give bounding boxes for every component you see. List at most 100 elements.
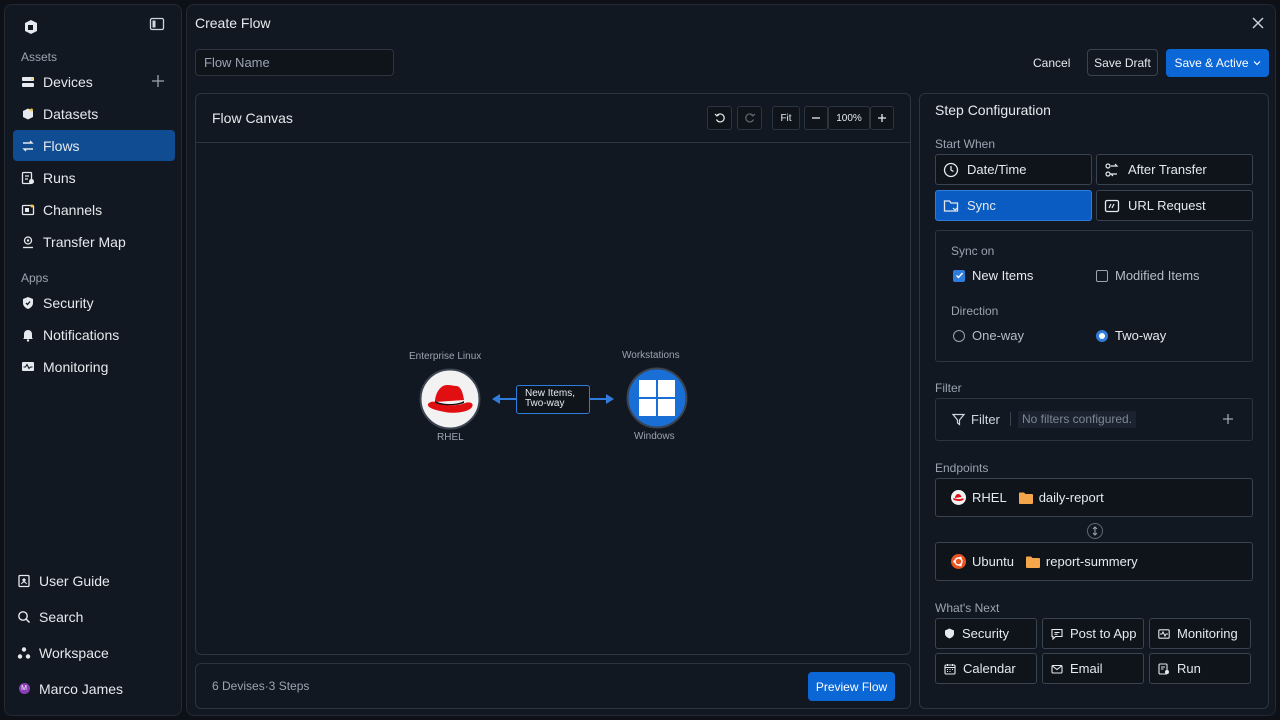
next-run-button[interactable]: Run — [1149, 653, 1251, 684]
close-icon[interactable] — [1251, 16, 1265, 30]
two-way-radio[interactable]: Two-way — [1096, 328, 1166, 343]
radio-unchecked-icon — [953, 329, 965, 342]
sidebar-item-label: Datasets — [43, 105, 99, 122]
direction-label: Direction — [951, 304, 999, 318]
book-icon — [17, 574, 31, 588]
runs-icon — [21, 171, 35, 185]
swap-endpoints-icon[interactable] — [1087, 523, 1103, 539]
app-logo[interactable] — [21, 17, 41, 37]
workspace-icon — [17, 646, 31, 660]
trigger-sync[interactable]: Sync — [935, 190, 1092, 221]
checkbox-unchecked-icon — [1096, 269, 1108, 282]
shield-icon — [944, 628, 955, 639]
sidebar-item-notifications[interactable]: Notifications — [13, 319, 175, 350]
filter-button[interactable]: Filter — [952, 412, 1000, 427]
step-configuration-panel: Step Configuration Start When Date/Time … — [919, 93, 1269, 709]
windows-icon — [626, 367, 688, 429]
windows-node[interactable] — [626, 367, 688, 429]
filter-box: Filter No filters configured. — [935, 398, 1253, 441]
radio-label: One-way — [972, 328, 1025, 343]
flow-summary: 6 Devises·3 Steps — [212, 679, 310, 693]
save-active-label: Save & Active — [1174, 56, 1249, 70]
fit-button[interactable]: Fit — [772, 106, 800, 130]
calendar-icon — [944, 663, 956, 675]
sidebar-item-user-profile[interactable]: M Marco James — [9, 673, 171, 704]
zoom-in-button[interactable] — [870, 106, 894, 130]
canvas-header: Flow Canvas Fit 100% — [196, 94, 910, 143]
trigger-datetime[interactable]: Date/Time — [935, 154, 1092, 185]
sidebar-item-workspace[interactable]: Workspace — [9, 637, 171, 668]
undo-button[interactable] — [707, 106, 732, 130]
endpoints-label: Endpoints — [935, 461, 989, 475]
sync-on-label: Sync on — [951, 244, 995, 258]
cancel-button[interactable]: Cancel — [1025, 49, 1078, 76]
next-label: Calendar — [963, 661, 1016, 676]
sidebar-item-label: Devices — [43, 73, 93, 90]
sidebar-toggle-icon[interactable] — [149, 16, 165, 32]
transfer-map-icon — [21, 235, 35, 249]
sidebar-item-datasets[interactable]: Datasets — [13, 98, 175, 129]
monitor-icon — [21, 360, 35, 374]
folder-icon — [1018, 492, 1033, 504]
folder-icon — [1025, 556, 1040, 568]
endpoint-device: RHEL — [972, 490, 1007, 505]
endpoint-source[interactable]: RHEL daily-report — [935, 478, 1253, 517]
sidebar-item-transfer-map[interactable]: Transfer Map — [13, 226, 175, 257]
next-monitoring-button[interactable]: Monitoring — [1149, 618, 1251, 649]
bell-icon — [21, 328, 35, 342]
sidebar-item-devices[interactable]: Devices — [13, 66, 175, 97]
add-device-icon[interactable] — [151, 74, 165, 88]
sidebar-item-label: Transfer Map — [43, 233, 126, 250]
next-security-button[interactable]: Security — [935, 618, 1037, 649]
plus-icon — [877, 113, 887, 123]
edge-label[interactable]: New Items, Two-way — [516, 385, 590, 414]
source-node-top-label: Enterprise Linux — [409, 351, 482, 362]
save-draft-button[interactable]: Save Draft — [1087, 49, 1158, 76]
sidebar-item-label: Monitoring — [43, 358, 109, 375]
canvas-title: Flow Canvas — [212, 110, 293, 126]
save-active-button[interactable]: Save & Active — [1166, 49, 1269, 77]
sidebar-item-runs[interactable]: Runs — [13, 162, 175, 193]
config-title: Step Configuration — [935, 102, 1051, 118]
rhel-node[interactable] — [419, 368, 481, 430]
source-node-bottom-label: RHEL — [437, 432, 464, 443]
next-label: Run — [1177, 661, 1201, 676]
sidebar-item-label: Flows — [43, 137, 80, 154]
sidebar-item-label: Notifications — [43, 326, 120, 343]
create-flow-panel: Create Flow Cancel Save Draft Save & Act… — [186, 4, 1276, 716]
minus-icon — [811, 113, 821, 123]
trigger-url-request[interactable]: URL Request — [1096, 190, 1253, 221]
sidebar-item-label: Runs — [43, 169, 76, 186]
sidebar-item-monitoring[interactable]: Monitoring — [13, 351, 175, 382]
redo-button[interactable] — [737, 106, 762, 130]
monitoring-icon — [1158, 628, 1170, 640]
checkbox-label: New Items — [972, 268, 1034, 283]
add-filter-icon[interactable] — [1222, 413, 1234, 425]
endpoint-target[interactable]: Ubuntu report-summery — [935, 542, 1253, 581]
next-email-button[interactable]: Email — [1042, 653, 1144, 684]
new-items-checkbox[interactable]: New Items — [953, 268, 1033, 283]
chevron-down-icon — [1253, 59, 1261, 67]
sidebar-item-search[interactable]: Search — [9, 601, 171, 632]
zoom-out-button[interactable] — [804, 106, 828, 130]
sidebar-item-security[interactable]: Security — [13, 287, 175, 318]
preview-flow-button[interactable]: Preview Flow — [808, 672, 895, 701]
edge-label-line2: Two-way — [525, 398, 565, 409]
sidebar-item-flows[interactable]: Flows — [13, 130, 175, 161]
flow-name-input[interactable] — [195, 49, 394, 76]
run-icon — [1158, 662, 1170, 675]
one-way-radio[interactable]: One-way — [953, 328, 1024, 343]
endpoint-folder: report-summery — [1045, 554, 1138, 569]
after-transfer-icon — [1104, 162, 1120, 178]
sidebar-item-user-guide[interactable]: User Guide — [9, 565, 171, 596]
trigger-after-transfer[interactable]: After Transfer — [1096, 154, 1253, 185]
next-post-to-app-button[interactable]: Post to App — [1042, 618, 1144, 649]
user-name: Marco James — [39, 680, 124, 697]
sidebar: Assets Devices Datasets Flows Runs Chann… — [4, 4, 182, 716]
modified-items-checkbox[interactable]: Modified Items — [1096, 268, 1200, 283]
trigger-label: Date/Time — [967, 162, 1027, 177]
next-calendar-button[interactable]: Calendar — [935, 653, 1037, 684]
chat-icon — [1051, 628, 1063, 640]
sidebar-item-channels[interactable]: Channels — [13, 194, 175, 225]
search-icon — [17, 610, 31, 624]
